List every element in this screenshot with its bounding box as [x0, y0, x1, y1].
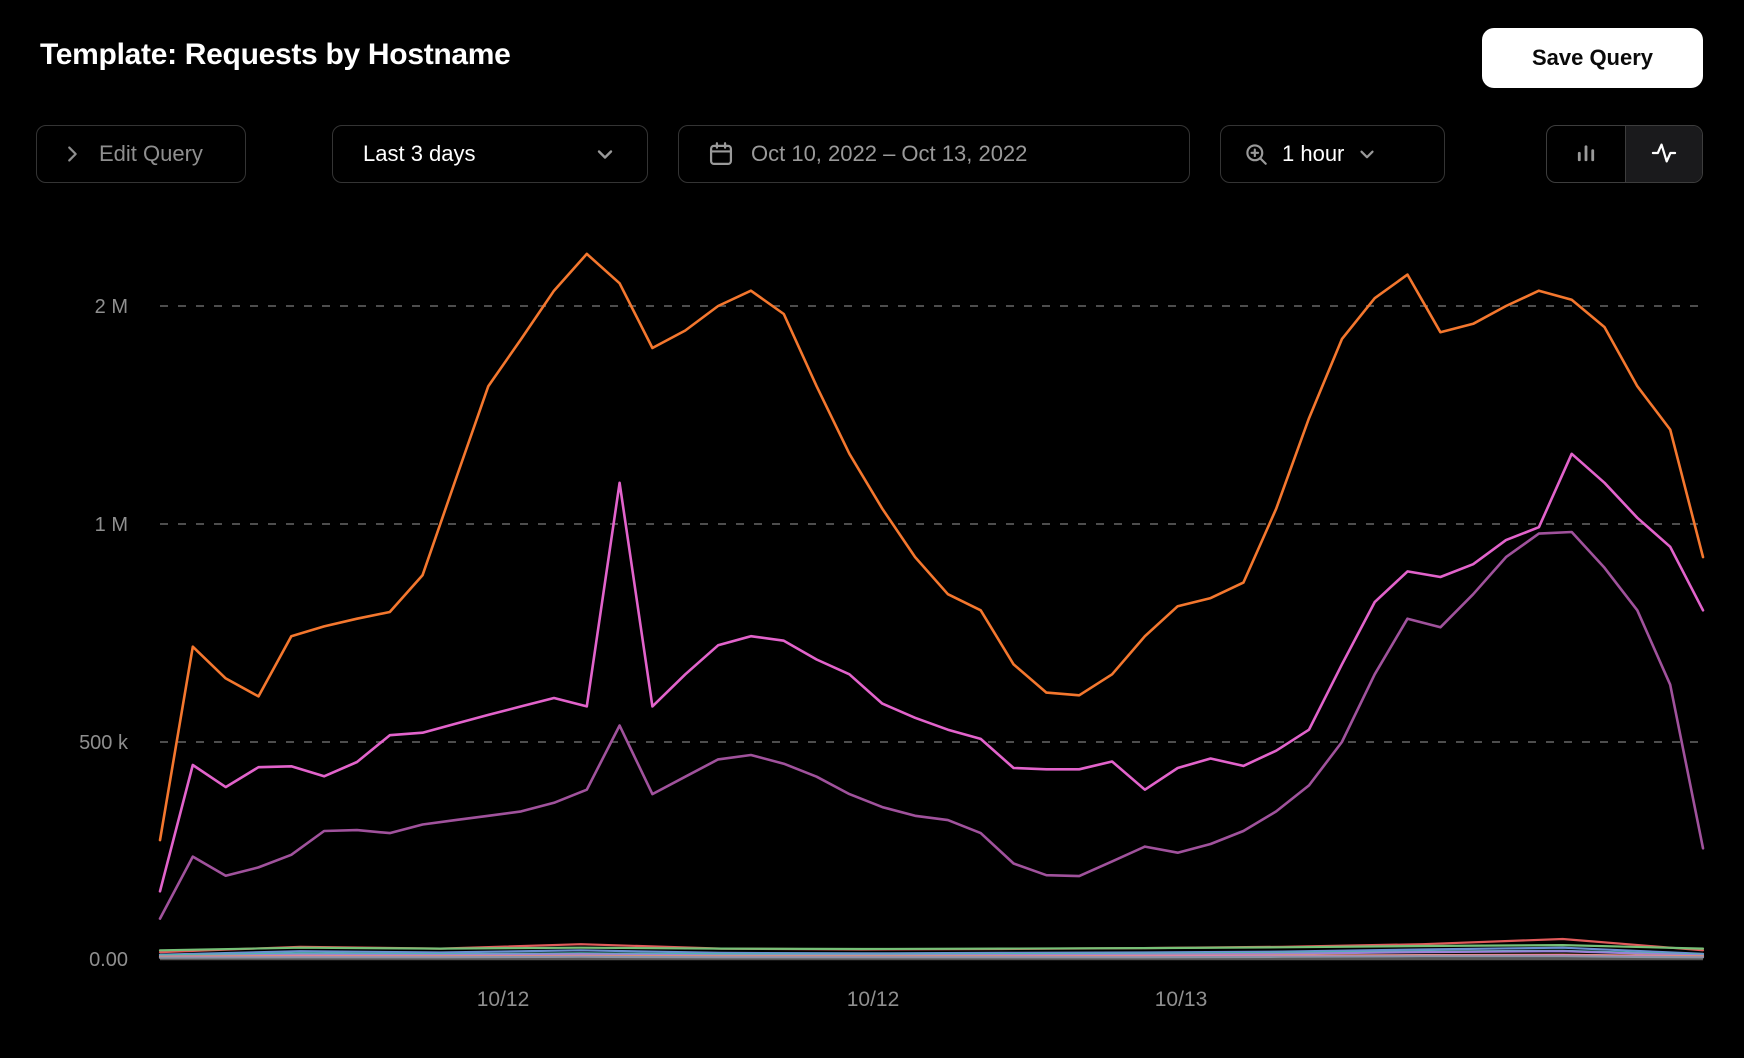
x-tick-label: 10/12	[847, 988, 900, 1011]
x-tick-label: 10/12	[477, 988, 530, 1011]
x-tick-label: 10/13	[1155, 988, 1208, 1011]
y-tick-label: 1 M	[95, 514, 128, 536]
y-tick-label: 2 M	[95, 296, 128, 318]
y-tick-label: 500 k	[79, 732, 129, 754]
requests-line-chart: 2 M 1 M 500 k 0.00 10/12 10/12 10/13	[79, 252, 1705, 1011]
y-tick-label: 0.00	[89, 949, 128, 971]
